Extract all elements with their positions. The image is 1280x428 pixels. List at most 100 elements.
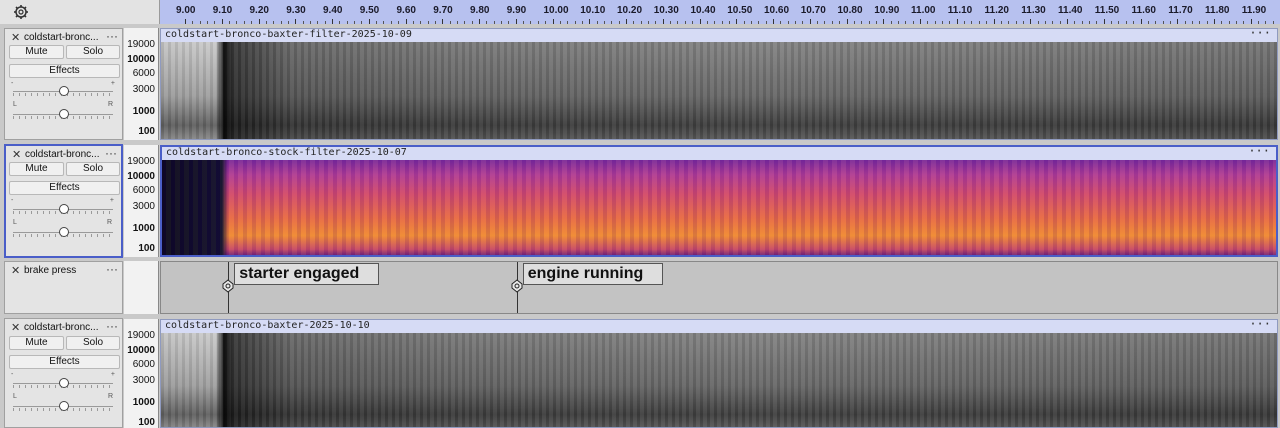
clip-title: coldstart-bronco-baxter-2025-10-10 xyxy=(165,320,370,331)
label-drag-handle-icon[interactable] xyxy=(511,279,523,293)
frequency-scale[interactable]: 19000 10000 6000 3000 1000 100 xyxy=(124,145,159,257)
close-track-icon[interactable]: ✕ xyxy=(11,321,20,334)
mute-button[interactable]: Mute xyxy=(9,45,64,59)
ruler-tick-label: 11.50 xyxy=(1094,5,1120,16)
spectrogram[interactable] xyxy=(161,42,1277,139)
track-control-panel[interactable]: ✕ coldstart-bronc... ··· Mute Solo Effec… xyxy=(4,318,123,428)
close-track-icon[interactable]: ✕ xyxy=(11,31,20,44)
pan-slider-knob[interactable] xyxy=(59,401,69,411)
pan-right-label: R xyxy=(107,101,113,108)
ruler-minor-tick xyxy=(427,21,429,24)
solo-button[interactable]: Solo xyxy=(66,336,120,350)
label-track-spacer xyxy=(124,261,159,314)
mute-button[interactable]: Mute xyxy=(9,162,64,176)
audio-clip[interactable]: coldstart-bronco-baxter-2025-10-10 ··· xyxy=(160,319,1278,428)
gain-slider-knob[interactable] xyxy=(59,86,69,96)
pan-left-label: L xyxy=(13,219,17,226)
ruler-tick-label: 11.30 xyxy=(1021,5,1046,16)
track-control-panel[interactable]: ✕ coldstart-bronc... ··· Mute Solo Effec… xyxy=(4,28,123,140)
track-menu-icon[interactable]: ··· xyxy=(106,29,118,43)
ruler-minor-tick xyxy=(853,21,855,24)
solo-button[interactable]: Solo xyxy=(66,45,120,59)
ruler-minor-tick xyxy=(1184,21,1186,24)
ruler-minor-tick xyxy=(648,21,650,24)
label-track[interactable]: starter engaged engine running xyxy=(160,261,1278,314)
track-control-panel[interactable]: ✕ coldstart-bronc... ··· Mute Solo Effec… xyxy=(4,144,123,258)
track-name[interactable]: coldstart-bronc... xyxy=(25,149,105,160)
pan-slider-knob[interactable] xyxy=(59,109,69,119)
gain-minus-label: - xyxy=(11,80,14,87)
ruler-minor-tick xyxy=(1206,21,1208,24)
label-track-name[interactable]: brake press xyxy=(24,265,104,276)
frequency-scale[interactable]: 19000 10000 6000 3000 1000 100 xyxy=(124,28,159,140)
gear-icon[interactable] xyxy=(13,4,29,20)
frequency-scale[interactable]: 19000 10000 6000 3000 1000 100 xyxy=(124,319,159,428)
effects-button[interactable]: Effects xyxy=(9,355,120,369)
track-name[interactable]: coldstart-bronc... xyxy=(24,32,104,43)
track-name[interactable]: coldstart-bronc... xyxy=(24,322,104,333)
ruler-major-tick xyxy=(185,19,186,24)
ruler-minor-tick xyxy=(1044,21,1046,24)
clip-menu-icon[interactable]: ··· xyxy=(1249,320,1271,330)
timeline-ruler[interactable]: 9.00 9.10 9.20 9.30 9.40 9.50 9.60 9.70 9.80 9.90… xyxy=(0,0,1280,24)
label-track-control-panel[interactable]: ✕ brake press ··· xyxy=(4,261,123,314)
ruler-minor-tick xyxy=(780,21,782,24)
frequency-scale-label: 10000 xyxy=(127,171,155,182)
ruler-major-tick xyxy=(626,19,627,24)
effects-button[interactable]: Effects xyxy=(9,181,120,195)
ruler-minor-tick xyxy=(934,21,936,24)
frequency-scale-label: 6000 xyxy=(132,185,155,196)
ruler-minor-tick xyxy=(861,21,863,24)
ruler-minor-tick xyxy=(486,21,488,24)
ruler-major-tick xyxy=(258,19,260,24)
ruler-minor-tick xyxy=(559,21,561,24)
clip-title-bar[interactable]: coldstart-bronco-baxter-2025-10-10 ··· xyxy=(161,320,1277,333)
ruler-corner xyxy=(0,0,160,24)
ruler-minor-tick xyxy=(1052,21,1054,24)
clip-title-bar[interactable]: coldstart-bronco-baxter-filter-2025-10-0… xyxy=(161,29,1277,42)
spectrogram[interactable] xyxy=(162,160,1276,255)
clip-menu-icon[interactable]: ··· xyxy=(1249,29,1271,39)
ruler-tick-label: 9.50 xyxy=(359,5,380,16)
solo-button[interactable]: Solo xyxy=(66,162,120,176)
ruler-major-tick xyxy=(552,19,554,24)
frequency-scale-label: 1000 xyxy=(132,106,155,117)
close-track-icon[interactable]: ✕ xyxy=(12,148,21,161)
ruler-scale[interactable]: 9.00 9.10 9.20 9.30 9.40 9.50 9.60 9.70 9.80 9.90… xyxy=(160,0,1280,24)
ruler-tick-label: 10.50 xyxy=(727,5,753,16)
ruler-minor-tick xyxy=(1096,21,1098,24)
effects-button[interactable]: Effects xyxy=(9,64,120,78)
clip-title-bar[interactable]: coldstart-bronco-stock-filter-2025-10-07… xyxy=(162,147,1276,160)
ruler-minor-tick xyxy=(390,21,392,24)
spectrogram[interactable] xyxy=(161,333,1277,427)
ruler-tick-label: 9.70 xyxy=(433,5,453,16)
label-text-box[interactable]: engine running xyxy=(522,263,663,285)
clip-menu-icon[interactable]: ··· xyxy=(1248,147,1270,157)
pan-slider-knob[interactable] xyxy=(59,227,69,237)
track-menu-icon[interactable]: ··· xyxy=(106,319,118,333)
close-track-icon[interactable]: ✕ xyxy=(11,264,20,277)
frequency-scale-label: 3000 xyxy=(132,201,155,212)
ruler-minor-tick xyxy=(1081,21,1083,24)
gain-slider-knob[interactable] xyxy=(59,378,69,388)
ruler-minor-tick xyxy=(280,21,282,24)
gain-slider-knob[interactable] xyxy=(59,204,69,214)
gain-plus-label: + xyxy=(110,80,115,87)
ruler-major-tick xyxy=(1067,19,1068,24)
ruler-minor-tick xyxy=(376,21,378,24)
ruler-minor-tick xyxy=(1125,21,1127,24)
ruler-minor-tick xyxy=(714,21,716,24)
ruler-minor-tick xyxy=(287,21,289,24)
ruler-minor-tick xyxy=(787,21,789,24)
label-drag-handle-icon[interactable] xyxy=(222,279,234,293)
audio-clip[interactable]: coldstart-bronco-baxter-filter-2025-10-0… xyxy=(160,28,1278,140)
track-menu-icon[interactable]: ··· xyxy=(105,146,117,160)
ruler-minor-tick xyxy=(346,21,348,24)
frequency-scale-label: 3000 xyxy=(132,375,155,386)
label-text-box[interactable]: starter engaged xyxy=(234,263,380,285)
audio-clip[interactable]: coldstart-bronco-stock-filter-2025-10-07… xyxy=(160,145,1278,257)
ruler-minor-tick xyxy=(1169,21,1171,24)
track-menu-icon[interactable]: ··· xyxy=(106,262,118,276)
mute-button[interactable]: Mute xyxy=(9,336,64,350)
onset-shadow xyxy=(223,42,233,139)
